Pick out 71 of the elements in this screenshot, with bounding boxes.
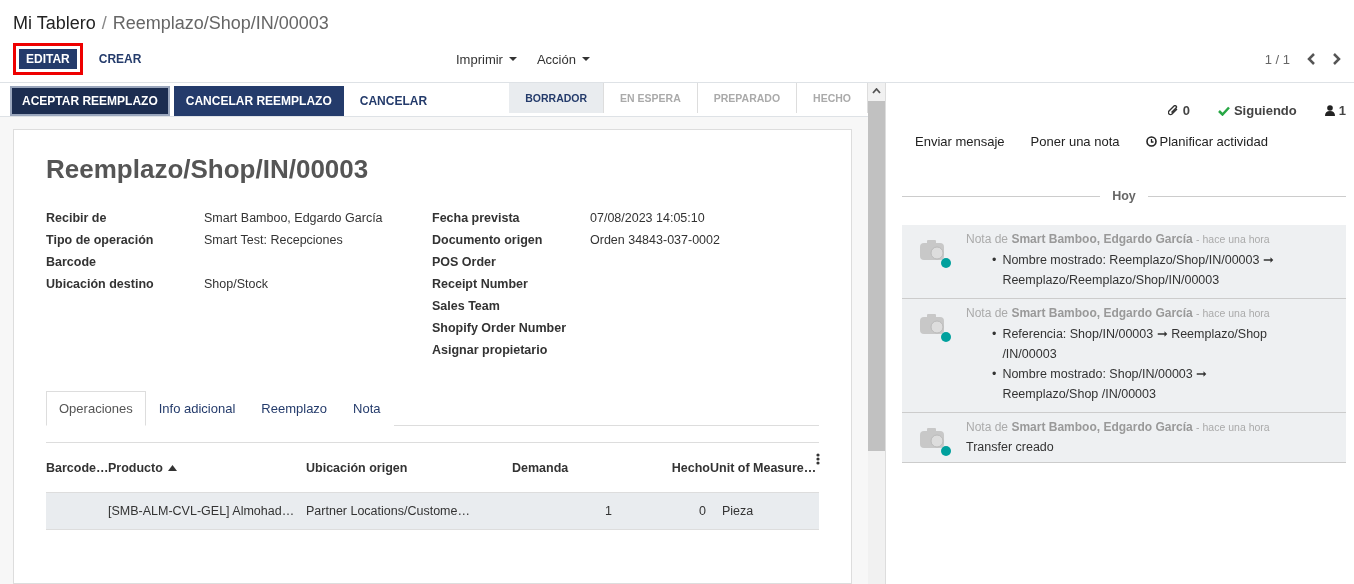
message-body: Transfer creado (966, 440, 1055, 454)
table-cell-text: 0 (698, 504, 707, 518)
chatter-action[interactable]: Enviar mensaje (915, 134, 1005, 149)
field-label: Tipo de operación (46, 233, 155, 247)
scrollbar[interactable] (868, 83, 885, 584)
tab[interactable]: Operaciones (46, 391, 146, 426)
message-header: Nota de Smart Bamboo, Edgardo García - hace una hora (966, 306, 1271, 320)
field-label: Sales Team (432, 299, 501, 313)
message-header: Nota de Smart Bamboo, Edgardo García - hace una hora (966, 420, 1270, 434)
field-label: Recibir de (46, 211, 108, 225)
tracking-change: Referencia: Shop/IN/00003 ➞ Reemplazo/Shop /IN/00003 (1002, 326, 1269, 363)
chatter-action[interactable]: Poner una nota (1030, 134, 1120, 149)
field-value: Shop/Stock (204, 277, 269, 291)
accept-button[interactable]: ACEPTAR REEMPLAZO (10, 86, 170, 116)
bullet: • (992, 326, 997, 343)
column-header[interactable]: Ubicación origen (306, 460, 512, 475)
message-header: Nota de Smart Bamboo, Edgardo García - hace una hora (966, 232, 1271, 246)
field-value: 07/08/2023 14:05:10 (590, 211, 706, 225)
field-label: POS Order (432, 255, 497, 269)
field-value: Orden 34843-037-0002 (590, 233, 721, 247)
sort-ascending-icon (167, 464, 177, 471)
breadcrumb-separator: / (101, 12, 107, 34)
breadcrumb-link[interactable]: Mi Tablero (13, 12, 96, 34)
pager: 1 / 1 (1264, 51, 1290, 67)
bullet: • (992, 366, 997, 383)
online-status-dot (941, 446, 951, 456)
next-icon[interactable] (1332, 52, 1342, 66)
chatter-action[interactable]: Planificar actividad (1145, 134, 1268, 149)
table-cell-text: [SMB-ALM-CVL-GEL] Almohad… (108, 504, 296, 518)
follow-status[interactable]: Siguiendo (1217, 103, 1297, 118)
field-label: Fecha prevista (432, 211, 521, 225)
check-icon (1217, 105, 1230, 116)
field-label: Ubicación destino (46, 277, 155, 291)
followers-count[interactable]: 1 (1324, 103, 1346, 118)
page-title: Reemplazo/Shop/IN/00003 (112, 12, 329, 34)
field-value: Smart Test: Recepciones (204, 233, 344, 247)
status-stage[interactable]: BORRADOR (509, 83, 605, 113)
record-title: Reemplazo/Shop/IN/00003 (46, 154, 370, 185)
create-button[interactable]: CREAR (86, 44, 154, 74)
paperclip-icon (1167, 104, 1179, 117)
field-label: Receipt Number (432, 277, 529, 291)
date-separator: Hoy (1112, 189, 1136, 203)
user-icon (1324, 105, 1335, 116)
field-value: Smart Bamboo, Edgardo García (204, 211, 384, 225)
column-header[interactable]: Barcode… (46, 460, 108, 475)
column-header[interactable]: Demanda (512, 460, 616, 475)
edit-button[interactable]: EDITAR (13, 43, 83, 75)
more-options-icon[interactable] (816, 453, 821, 465)
table-cell-text: Partner Locations/Custome… (306, 504, 471, 518)
tracking-change: Nombre mostrado: Shop/IN/00003 ➞ Reemplazo/Shop /IN/00003 (1002, 366, 1209, 403)
attachments-count[interactable]: 0 (1167, 103, 1190, 118)
table-cell-text: 1 (604, 504, 613, 518)
column-header[interactable]: Producto (108, 460, 306, 475)
field-label: Asignar propietario (432, 343, 549, 357)
dropdown-menu[interactable]: Acción (536, 51, 590, 67)
online-status-dot (941, 332, 951, 342)
dropdown-menu[interactable]: Imprimir (456, 51, 517, 67)
column-header[interactable]: Hecho (616, 460, 710, 475)
clock-icon (1145, 136, 1157, 147)
cancel-button[interactable]: CANCELAR (347, 86, 440, 116)
field-label: Shopify Order Number (432, 321, 568, 335)
field-label: Barcode (46, 255, 98, 269)
bullet: • (992, 252, 997, 269)
cancel-button[interactable]: CANCELAR REEMPLAZO (173, 86, 344, 116)
column-header[interactable]: Unit of Measure… (710, 460, 817, 475)
tracking-change: Nombre mostrado: Reemplazo/Shop/IN/00003 ➞ Reemplazo/Reemplazo/Shop/IN/00003 (1002, 252, 1275, 289)
scroll-up-icon[interactable] (872, 88, 881, 94)
online-status-dot (941, 258, 951, 268)
table-cell-text: Pieza (721, 504, 755, 518)
field-label: Documento origen (432, 233, 544, 247)
previous-icon[interactable] (1306, 52, 1316, 66)
